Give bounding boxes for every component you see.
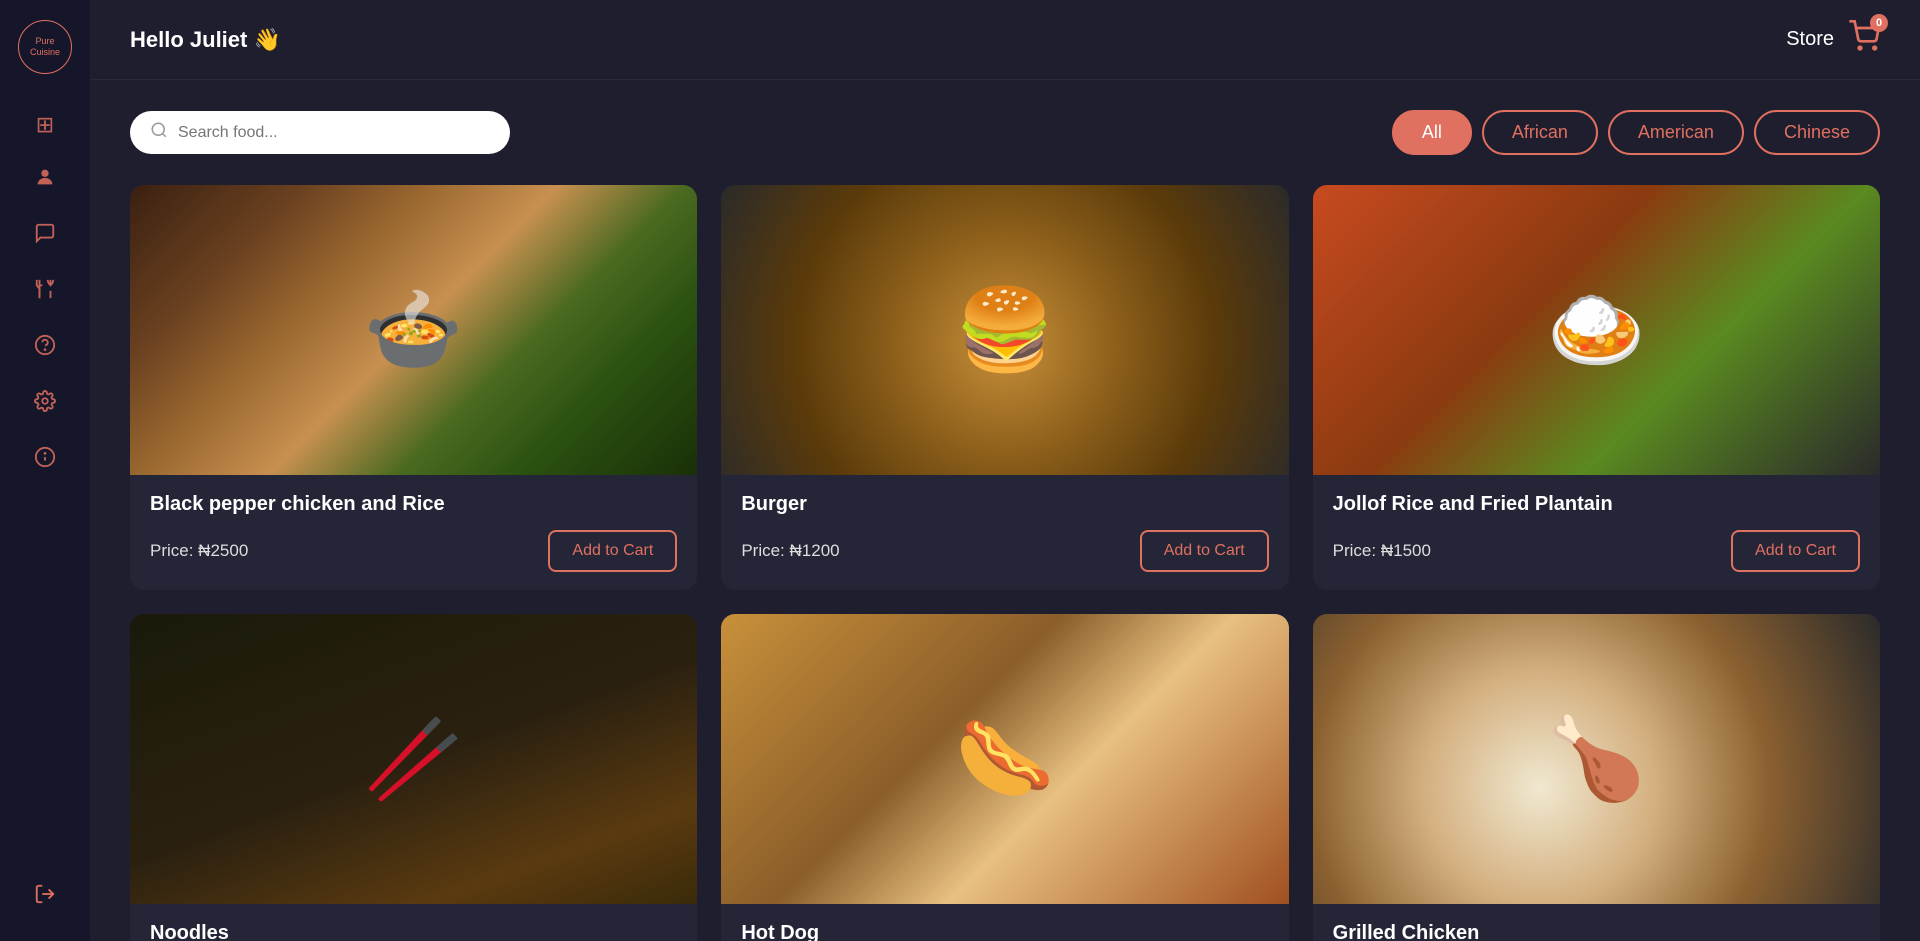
search-box <box>130 111 510 154</box>
food-title-2: Burger <box>741 493 1268 516</box>
header: Hello Juliet 👋 Store 0 <box>90 0 1920 80</box>
food-title-6: Grilled Chicken <box>1333 922 1860 941</box>
food-image-5: 🌭 <box>721 614 1288 904</box>
food-image-4: 🥢 <box>130 614 697 904</box>
food-image-2: 🍔 <box>721 185 1288 475</box>
food-image-6: 🍗 <box>1313 614 1880 904</box>
header-right: Store 0 <box>1786 20 1880 59</box>
add-to-cart-3[interactable]: Add to Cart <box>1731 530 1860 572</box>
filter-all-button[interactable]: All <box>1392 110 1472 155</box>
food-card-2: 🍔 Burger Price: ₦1200 Add to Cart <box>721 185 1288 590</box>
food-image-1: 🍲 <box>130 185 697 475</box>
cart-icon <box>1848 27 1880 58</box>
profile-icon[interactable] <box>34 166 56 194</box>
info-icon[interactable] <box>34 446 56 474</box>
dashboard-icon[interactable]: ⊞ <box>36 112 54 138</box>
filter-buttons: All African American Chinese <box>1392 110 1880 155</box>
sidebar: Pure Cuisine ⊞ <box>0 0 90 941</box>
food-card-4: 🥢 Noodles Price: ₦1800 Add to Cart <box>130 614 697 941</box>
food-grid: 🍲 Black pepper chicken and Rice Price: ₦… <box>130 185 1880 941</box>
food-price-1: Price: ₦2500 <box>150 541 248 561</box>
search-filter-row: All African American Chinese <box>130 110 1880 155</box>
cart-count: 0 <box>1870 14 1888 32</box>
cutlery-icon[interactable] <box>34 278 56 306</box>
food-card-body-4: Noodles Price: ₦1800 Add to Cart <box>130 904 697 941</box>
food-title-4: Noodles <box>150 922 677 941</box>
food-price-2: Price: ₦1200 <box>741 541 839 561</box>
filter-chinese-button[interactable]: Chinese <box>1754 110 1880 155</box>
food-card-footer-3: Price: ₦1500 Add to Cart <box>1333 530 1860 572</box>
food-card-1: 🍲 Black pepper chicken and Rice Price: ₦… <box>130 185 697 590</box>
food-card-body-2: Burger Price: ₦1200 Add to Cart <box>721 475 1288 590</box>
search-input[interactable] <box>178 124 490 142</box>
add-to-cart-1[interactable]: Add to Cart <box>548 530 677 572</box>
filter-african-button[interactable]: African <box>1482 110 1598 155</box>
food-card-body-5: Hot Dog Price: ₦900 Add to Cart <box>721 904 1288 941</box>
app-logo: Pure Cuisine <box>18 20 72 74</box>
store-label: Store <box>1786 28 1834 51</box>
filter-american-button[interactable]: American <box>1608 110 1744 155</box>
messages-icon[interactable] <box>34 222 56 250</box>
food-card-body-3: Jollof Rice and Fried Plantain Price: ₦1… <box>1313 475 1880 590</box>
add-to-cart-2[interactable]: Add to Cart <box>1140 530 1269 572</box>
food-card-6: 🍗 Grilled Chicken Price: ₦2200 Add to Ca… <box>1313 614 1880 941</box>
help-icon[interactable] <box>34 334 56 362</box>
food-title-5: Hot Dog <box>741 922 1268 941</box>
greeting-text: Hello Juliet 👋 <box>130 27 281 53</box>
food-title-3: Jollof Rice and Fried Plantain <box>1333 493 1860 516</box>
food-price-3: Price: ₦1500 <box>1333 541 1431 561</box>
food-title-1: Black pepper chicken and Rice <box>150 493 677 516</box>
cart-button[interactable]: 0 <box>1848 20 1880 59</box>
food-card-body-1: Black pepper chicken and Rice Price: ₦25… <box>130 475 697 590</box>
food-card-3: 🍛 Jollof Rice and Fried Plantain Price: … <box>1313 185 1880 590</box>
settings-icon[interactable] <box>34 390 56 418</box>
food-card-body-6: Grilled Chicken Price: ₦2200 Add to Cart <box>1313 904 1880 941</box>
food-card-5: 🌭 Hot Dog Price: ₦900 Add to Cart <box>721 614 1288 941</box>
search-icon <box>150 121 168 144</box>
main-content: Hello Juliet 👋 Store 0 All African <box>90 0 1920 941</box>
food-card-footer-2: Price: ₦1200 Add to Cart <box>741 530 1268 572</box>
food-card-footer-1: Price: ₦2500 Add to Cart <box>150 530 677 572</box>
food-image-3: 🍛 <box>1313 185 1880 475</box>
page-body: All African American Chinese 🍲 Black pep… <box>90 80 1920 941</box>
logout-icon[interactable] <box>34 883 56 911</box>
